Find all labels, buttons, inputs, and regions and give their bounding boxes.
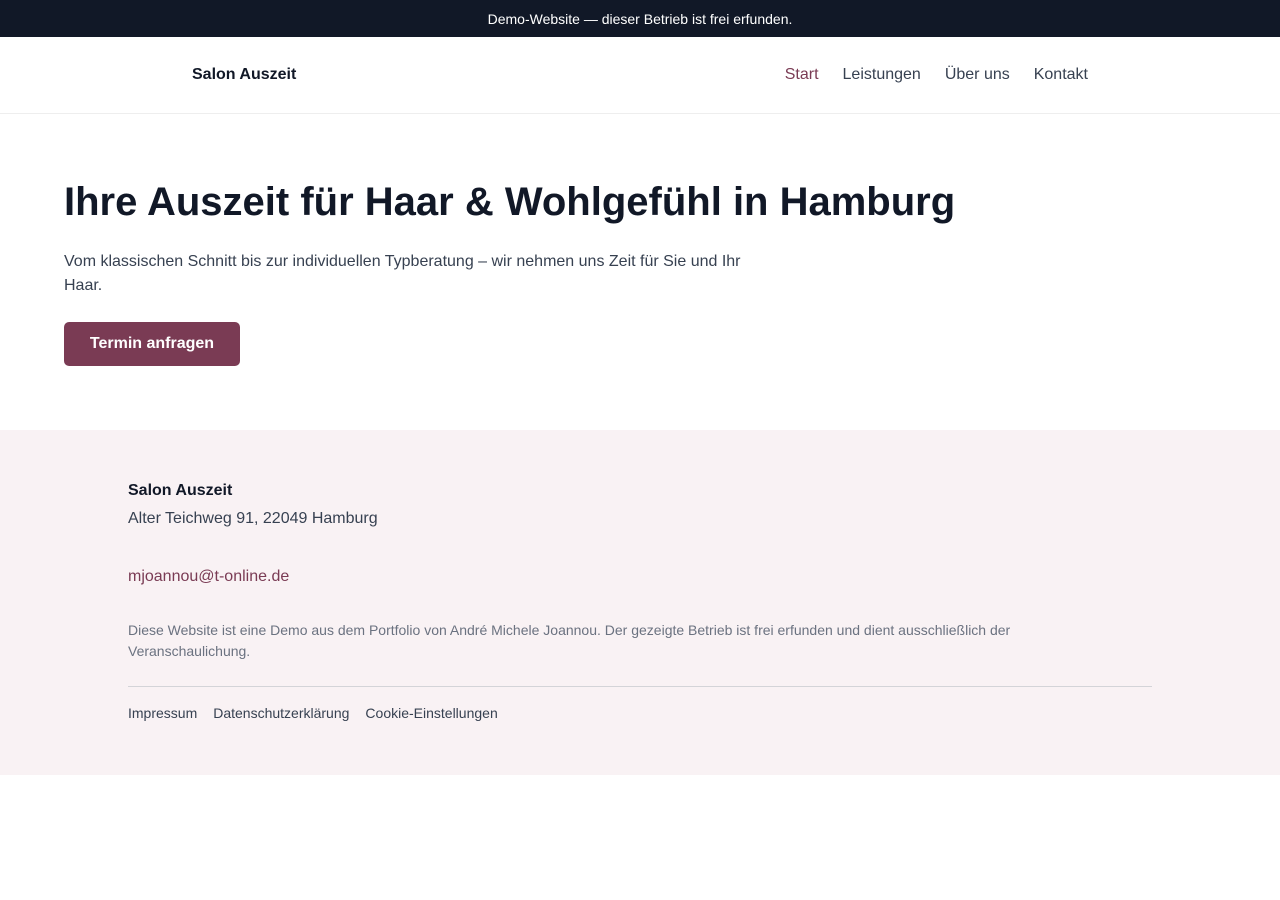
footer-divider xyxy=(128,686,1152,687)
site-footer: Salon Auszeit Alter Teichweg 91, 22049 H… xyxy=(0,430,1280,775)
nav-item-start[interactable]: Start xyxy=(785,66,819,84)
demo-notice-text: Demo-Website — dieser Betrieb ist frei e… xyxy=(487,10,793,27)
hero-section: Ihre Auszeit für Haar & Wohlgefühl in Ha… xyxy=(0,114,1280,430)
site-header: Salon Auszeit Start Leistungen Über uns … xyxy=(0,37,1280,114)
footer-legal-links: Impressum Datenschutzerklärung Cookie-Ei… xyxy=(128,705,1152,721)
footer-demo-note: Diese Website ist eine Demo aus dem Port… xyxy=(128,622,1011,659)
footer-business-name: Salon Auszeit xyxy=(128,482,233,499)
footer-link-impressum[interactable]: Impressum xyxy=(128,705,197,721)
main-nav: Start Leistungen Über uns Kontakt xyxy=(785,66,1088,84)
hero-text: Vom klassischen Schnitt bis zur individu… xyxy=(64,253,741,294)
footer-email-link[interactable]: mjoannou@t-online.de xyxy=(128,568,289,586)
nav-item-leistungen[interactable]: Leistungen xyxy=(843,66,921,84)
brand-logo-link[interactable]: Salon Auszeit xyxy=(192,66,296,84)
demo-notice-bar: Demo-Website — dieser Betrieb ist frei e… xyxy=(0,0,1280,37)
footer-link-cookie-settings[interactable]: Cookie-Einstellungen xyxy=(365,705,497,721)
footer-link-datenschutz[interactable]: Datenschutzerklärung xyxy=(213,705,349,721)
footer-address: Alter Teichweg 91, 22049 Hamburg xyxy=(128,510,378,527)
nav-item-kontakt[interactable]: Kontakt xyxy=(1034,66,1088,84)
nav-item-ueber-uns[interactable]: Über uns xyxy=(945,66,1010,84)
hero-title: Ihre Auszeit für Haar & Wohlgefühl in Ha… xyxy=(64,180,956,224)
appointment-request-button[interactable]: Termin anfragen xyxy=(64,322,240,366)
